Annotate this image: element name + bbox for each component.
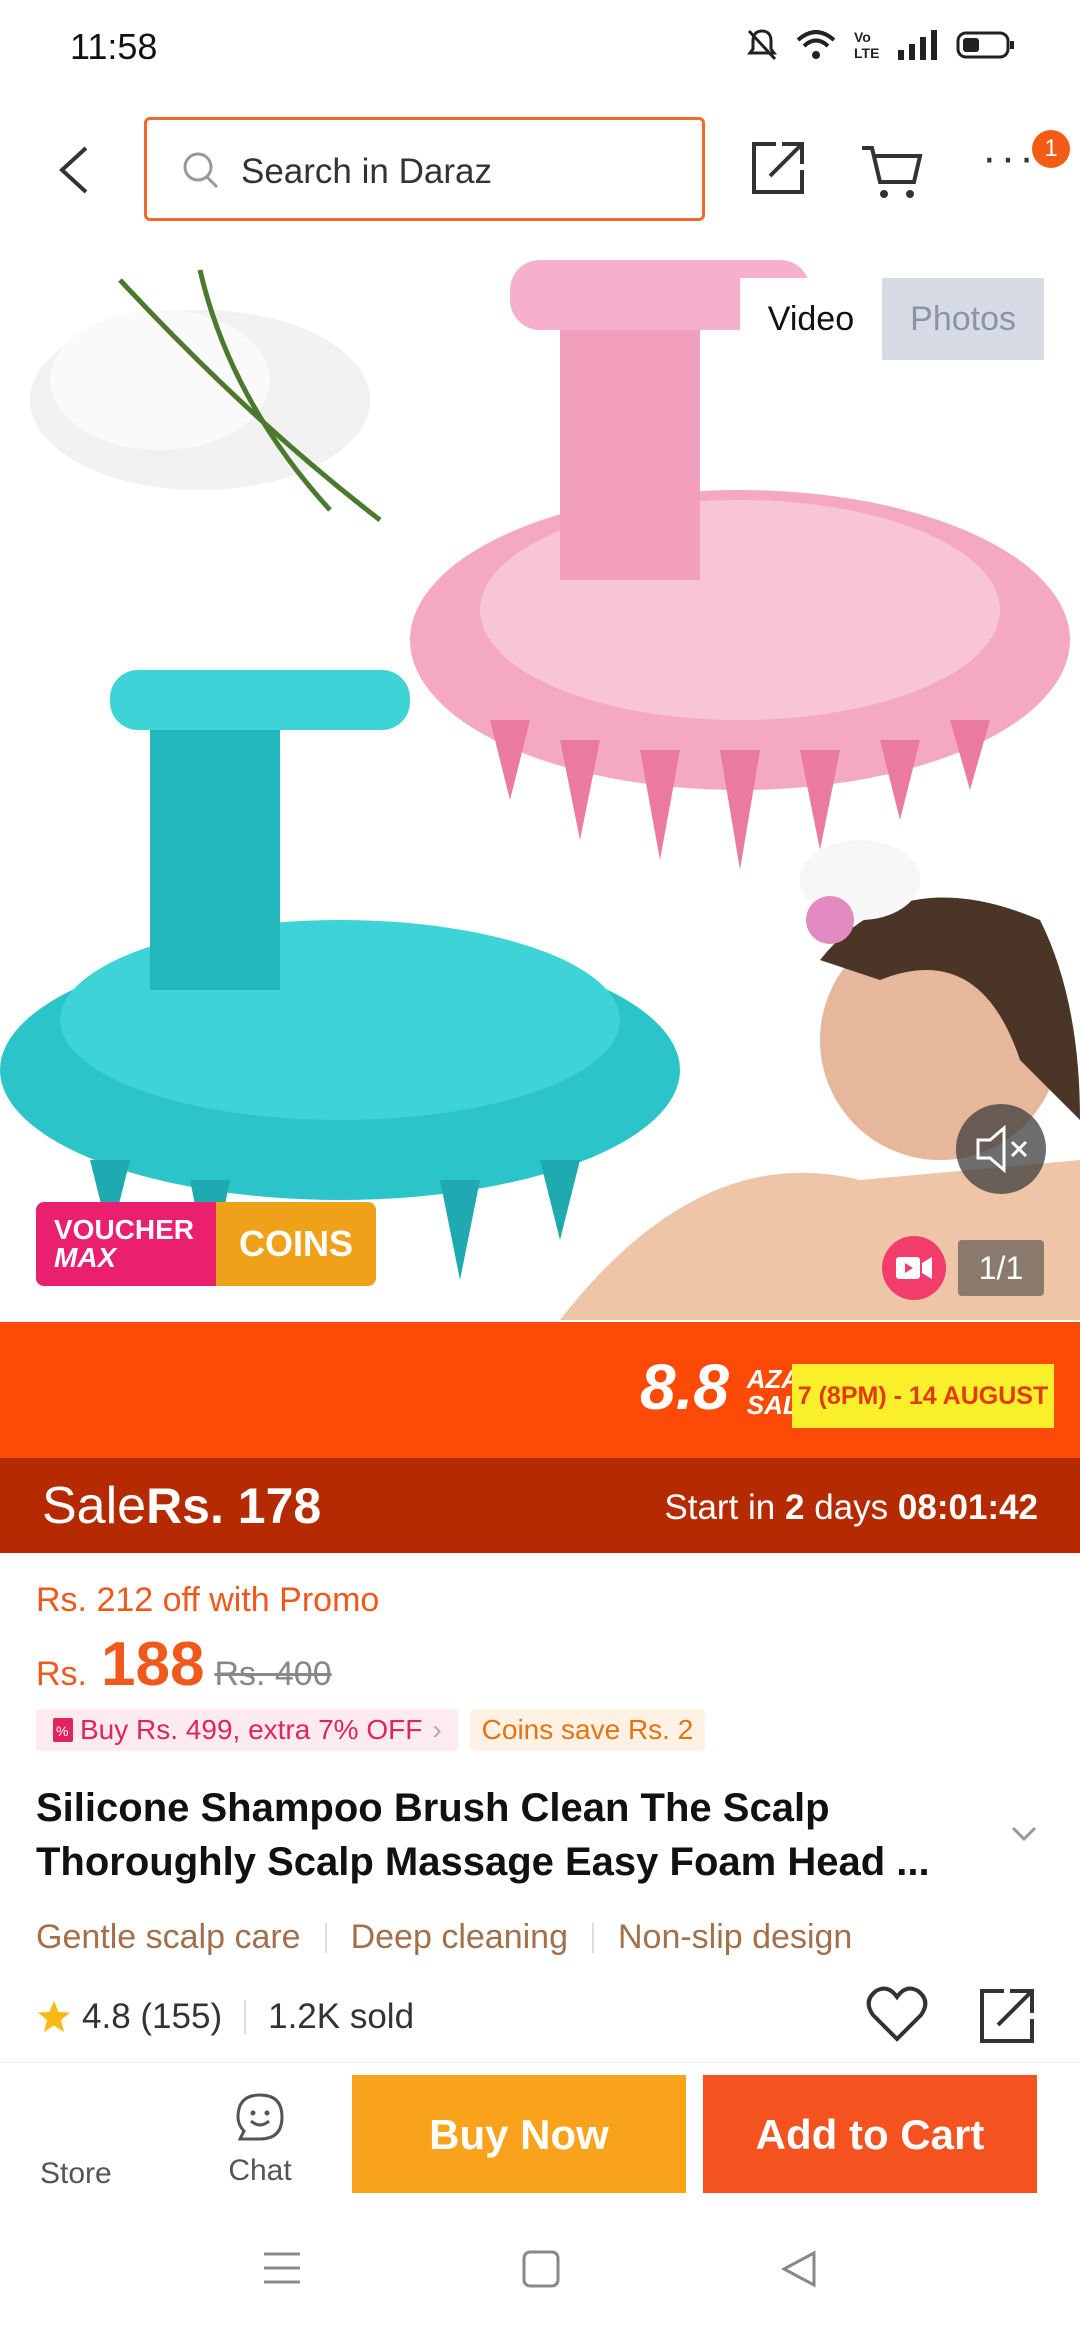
- offer-chips: % Buy Rs. 499, extra 7% OFF › Coins save R…: [36, 1709, 706, 1751]
- cart-badge: 1: [1032, 130, 1070, 168]
- chevron-down-icon[interactable]: [1010, 1825, 1038, 1843]
- product-photo: [0, 260, 1080, 1320]
- tag-divider: [324, 1922, 327, 1953]
- speaker-muted-icon: [976, 1124, 1028, 1174]
- sale-countdown: Start in 2 days 08:01:42: [664, 1488, 1038, 1527]
- chevron-right-icon: ›: [432, 1714, 442, 1745]
- home-square-icon[interactable]: [522, 2250, 560, 2288]
- more-options-icon[interactable]: ···: [982, 136, 1038, 180]
- search-bar[interactable]: Search in Daraz: [144, 117, 705, 221]
- share-icon[interactable]: [976, 1985, 1038, 2047]
- signal-icon: [898, 30, 937, 60]
- add-to-cart-button[interactable]: Add to Cart: [703, 2075, 1037, 2193]
- svg-text:LTE: LTE: [854, 45, 879, 61]
- bottom-action-bar: Store Chat Buy Now Add to Cart: [0, 2062, 1080, 2200]
- svg-text:%: %: [56, 1723, 68, 1739]
- discount-tag-icon: %: [53, 1718, 73, 1742]
- tab-video[interactable]: Video: [739, 278, 883, 360]
- feature-tags: Gentle scalp care Deep cleaning Non-slip…: [36, 1918, 852, 1957]
- status-icons: Vo LTE: [746, 28, 1016, 62]
- sold-count: 1.2K sold: [268, 1997, 415, 2036]
- campaign-banner[interactable]: 8.8 AZADI SALE 7 (8PM) - 14 AUGUST: [0, 1322, 1080, 1458]
- buy-now-button[interactable]: Buy Now: [352, 2075, 686, 2193]
- search-icon: [183, 152, 219, 189]
- video-counter: 1/1: [882, 1236, 1044, 1300]
- back-arrow-icon[interactable]: [52, 142, 100, 198]
- rating-row[interactable]: 4.8 (155) 1.2K sold: [36, 1997, 414, 2037]
- media-counter: 1/1: [958, 1240, 1044, 1296]
- bundle-offer-chip[interactable]: % Buy Rs. 499, extra 7% OFF ›: [36, 1709, 458, 1751]
- sale-price: SaleRs. 178: [42, 1477, 322, 1535]
- tag-deep-cleaning: Deep cleaning: [350, 1918, 568, 1956]
- sale-bar: SaleRs. 178 Start in 2 days 08:01:42: [0, 1458, 1080, 1553]
- cart-icon[interactable]: [860, 142, 924, 200]
- wifi-icon: [796, 30, 836, 59]
- top-header: Search in Daraz ··· 1: [0, 100, 1080, 240]
- rating-value: 4.8: [82, 1997, 131, 2036]
- original-price: Rs. 400: [214, 1655, 332, 1693]
- status-time: 11:58: [70, 26, 158, 67]
- mute-bell-icon: [747, 29, 777, 61]
- tab-photos[interactable]: Photos: [882, 278, 1044, 360]
- tag-divider: [591, 1922, 594, 1953]
- coins-save-chip[interactable]: Coins save Rs. 2: [469, 1709, 706, 1751]
- recents-menu-icon[interactable]: [262, 2250, 302, 2286]
- share-icon[interactable]: [748, 138, 808, 198]
- voucher-coins-badge: VOUCHER MAX COINS: [36, 1202, 376, 1286]
- store-button[interactable]: Store: [40, 2157, 112, 2191]
- search-placeholder: Search in Daraz: [241, 152, 492, 191]
- svg-text:Vo: Vo: [854, 29, 871, 45]
- tag-non-slip: Non-slip design: [617, 1918, 853, 1956]
- rating-divider: [244, 2000, 247, 2034]
- volte-icon: VoLTE: [854, 29, 879, 61]
- status-bar: 11:58 Vo LTE: [0, 0, 1080, 100]
- review-count: (155): [140, 1997, 223, 2036]
- campaign-dates: 7 (8PM) - 14 AUGUST: [792, 1364, 1054, 1428]
- mute-toggle[interactable]: [956, 1104, 1046, 1194]
- current-price: Rs. 188 Rs. 400: [36, 1630, 332, 1699]
- battery-icon: [956, 31, 1014, 59]
- wishlist-heart-icon[interactable]: [866, 1985, 928, 2043]
- product-image[interactable]: Video Photos VOUCHER MAX COINS 1/1: [0, 240, 1080, 1320]
- tag-gentle: Gentle scalp care: [36, 1918, 301, 1956]
- product-title[interactable]: Silicone Shampoo Brush Clean The Scalp T…: [36, 1781, 996, 1889]
- system-nav-bar: [0, 2200, 1080, 2340]
- promo-text[interactable]: Rs. 212 off with Promo: [36, 1581, 379, 1620]
- coins-label: COINS: [216, 1202, 376, 1286]
- video-camera-icon[interactable]: [882, 1236, 946, 1300]
- back-triangle-icon[interactable]: [780, 2250, 818, 2288]
- chat-button[interactable]: Chat: [224, 2091, 296, 2188]
- voucher-max-label: VOUCHER MAX: [36, 1202, 216, 1286]
- star-icon: [38, 2001, 70, 2032]
- media-tabs: Video Photos: [739, 278, 1044, 360]
- chat-smile-icon: [236, 2093, 284, 2141]
